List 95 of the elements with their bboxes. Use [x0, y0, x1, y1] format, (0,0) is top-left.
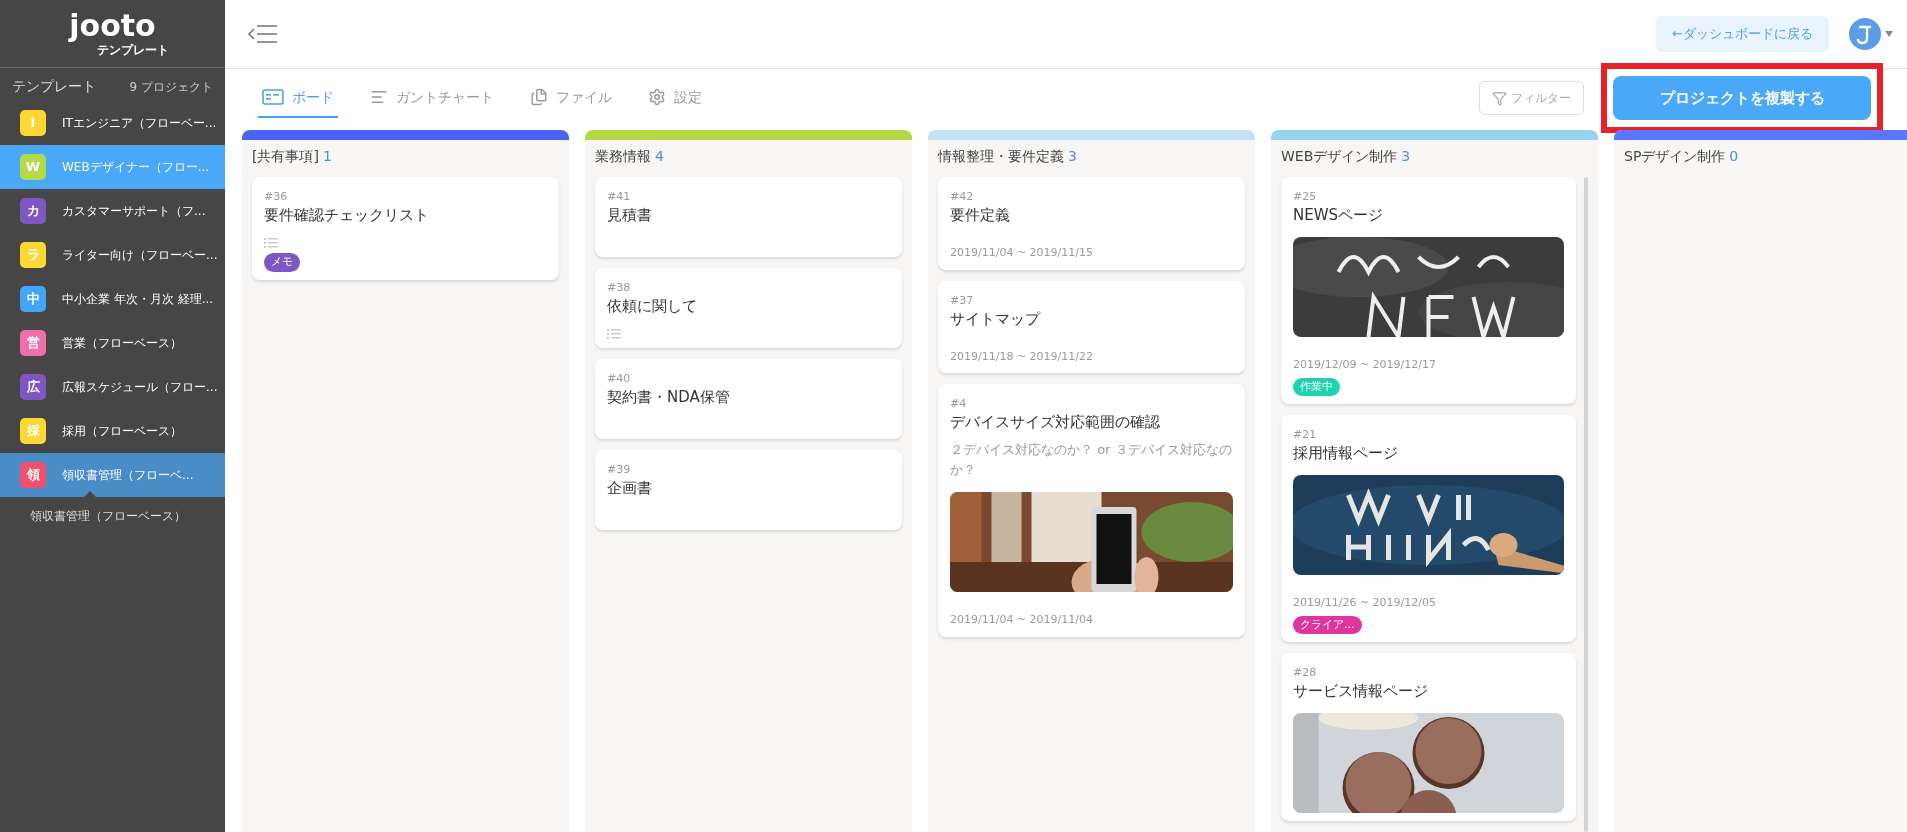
- column-title: 業務情報: [595, 147, 651, 166]
- tag-label: 作業中: [1293, 377, 1340, 396]
- task-number: #41: [607, 189, 632, 205]
- project-badge: W: [20, 154, 46, 180]
- project-name: カスタマーサポート（フ...: [62, 203, 206, 220]
- task-dates: 2019/11/26 ~ 2019/12/05: [1293, 595, 1437, 611]
- project-item[interactable]: 領 領収書管理（フローベ...: [0, 453, 225, 497]
- task-card[interactable]: #21 採用情報ページ 2019/11/26 ~ 2019/12/05 クライア...: [1281, 415, 1576, 642]
- task-number: #25: [1293, 189, 1318, 205]
- task-card[interactable]: #36 要件確認チェックリスト メモ: [252, 177, 559, 280]
- avatar[interactable]: [1849, 18, 1881, 50]
- project-name: 採用（フローベース）: [62, 423, 182, 440]
- task-title: デバイスサイズ対応範囲の確認: [950, 412, 1161, 432]
- project-badge: 営: [20, 330, 46, 356]
- project-badge: カ: [20, 198, 46, 224]
- card-count: 3: [1068, 147, 1077, 166]
- project-name: 広報スケジュール（フロー...: [62, 379, 218, 396]
- checklist-icon: [264, 237, 278, 249]
- filter-icon: [1492, 90, 1507, 106]
- task-number: #39: [607, 462, 632, 478]
- project-item[interactable]: I ITエンジニア（フローベー...: [0, 101, 225, 145]
- checklist-icon: [607, 328, 621, 340]
- tooltip-pointer: [84, 491, 96, 497]
- task-number: #36: [264, 189, 289, 205]
- task-number: #21: [1293, 427, 1318, 443]
- project-name: 領収書管理（フローベ...: [62, 467, 194, 484]
- card-count: 1: [322, 147, 332, 166]
- task-card[interactable]: #37 サイトマップ 2019/11/18 ~ 2019/11/22: [938, 280, 1245, 373]
- card-count: 3: [1401, 147, 1411, 166]
- sidebar-heading: テンプレート: [12, 77, 96, 96]
- task-dates: 2019/12/09 ~ 2019/12/17: [1293, 357, 1437, 373]
- project-item[interactable]: 営 営業（フローベース）: [0, 321, 225, 365]
- project-item[interactable]: 採 採用（フローベース）: [0, 409, 225, 453]
- project-name: ライター向け（フローベー...: [62, 247, 218, 264]
- column-title: WEBデザイン制作: [1281, 147, 1398, 166]
- task-title: 要件定義: [950, 205, 1011, 225]
- task-title: 見積書: [607, 205, 653, 225]
- project-count: 9 プロジェクト: [129, 78, 213, 96]
- task-number: #38: [607, 280, 632, 296]
- board-icon: [262, 89, 284, 105]
- task-dates: 2019/11/04 ~ 2019/11/15: [950, 245, 1094, 261]
- task-title: NEWSページ: [1293, 205, 1385, 225]
- app-logo[interactable]: jooto: [69, 9, 156, 42]
- file-icon: [530, 88, 548, 106]
- task-number: #4: [950, 396, 968, 412]
- project-item[interactable]: カ カスタマーサポート（フ...: [0, 189, 225, 233]
- task-title: サイトマップ: [950, 308, 1042, 329]
- task-title: 契約書・NDA保管: [607, 387, 731, 407]
- task-description: ２デバイス対応なのか？ or ３デバイス対応なのか？: [950, 441, 1233, 479]
- task-title: 企画書: [607, 478, 653, 498]
- tooltip-text: 領収書管理（フローベース）: [30, 509, 186, 523]
- task-title: 依頼に関して: [607, 296, 698, 316]
- scrollbar[interactable]: [1584, 177, 1588, 832]
- column-title: [共有事項]: [252, 147, 319, 166]
- project-name: WEBデザイナー（フロー...: [62, 159, 210, 176]
- project-name: 中小企業 年次・月次 経理...: [62, 291, 214, 308]
- card-count: 0: [1729, 147, 1739, 166]
- task-card[interactable]: #40 契約書・NDA保管: [595, 359, 902, 439]
- task-number: #42: [950, 189, 975, 205]
- task-card[interactable]: #4 デバイスサイズ対応範囲の確認 ２デバイス対応なのか？ or ３デバイス対応なのか？ 2019/11/04 ~ 2019/11/04: [938, 384, 1245, 637]
- caret-icon[interactable]: [1885, 31, 1893, 37]
- settings-icon: [648, 88, 666, 106]
- card-count: 4: [655, 147, 664, 166]
- task-dates: 2019/11/04 ~ 2019/11/04: [950, 612, 1094, 628]
- column-title: 情報整理・要件定義: [938, 147, 1064, 166]
- project-badge: I: [20, 110, 46, 136]
- task-number: #40: [607, 371, 632, 387]
- project-badge: 採: [20, 418, 46, 444]
- project-badge: ラ: [20, 242, 46, 268]
- project-item[interactable]: 広 広報スケジュール（フロー...: [0, 365, 225, 409]
- tag-label: メモ: [264, 253, 300, 272]
- project-name: 営業（フローベース）: [62, 335, 182, 352]
- task-title: サービス情報ページ: [1293, 681, 1429, 701]
- task-card[interactable]: #28 サービス情報ページ: [1281, 653, 1576, 821]
- project-badge: 中: [20, 286, 46, 312]
- task-title: 要件確認チェックリスト: [264, 205, 430, 225]
- column-title: SPデザイン制作: [1624, 147, 1726, 166]
- task-number: #28: [1293, 665, 1318, 681]
- collapse-menu-icon[interactable]: [247, 23, 279, 45]
- task-card[interactable]: #39 企画書: [595, 450, 902, 530]
- task-number: #37: [950, 292, 975, 309]
- task-dates: 2019/11/18 ~ 2019/11/22: [950, 348, 1094, 365]
- project-item[interactable]: ラ ライター向け（フローベー...: [0, 233, 225, 277]
- gantt-icon: [370, 88, 388, 106]
- project-name: ITエンジニア（フローベー...: [62, 115, 217, 132]
- logo-subtitle: テンプレート: [96, 42, 169, 58]
- task-card[interactable]: #41 見積書: [595, 177, 902, 257]
- project-item[interactable]: 中 中小企業 年次・月次 経理...: [0, 277, 225, 321]
- project-badge: 領: [20, 462, 46, 488]
- task-title: 採用情報ページ: [1293, 443, 1399, 463]
- task-card[interactable]: #25 NEWSページ 2019/12/09 ~ 2019/12/17 作業中: [1281, 177, 1576, 404]
- project-badge: 広: [20, 374, 46, 400]
- task-card[interactable]: #38 依頼に関して: [595, 268, 902, 348]
- task-card[interactable]: #42 要件定義 2019/11/04 ~ 2019/11/15: [938, 177, 1245, 270]
- tag-label: クライア...: [1293, 615, 1362, 634]
